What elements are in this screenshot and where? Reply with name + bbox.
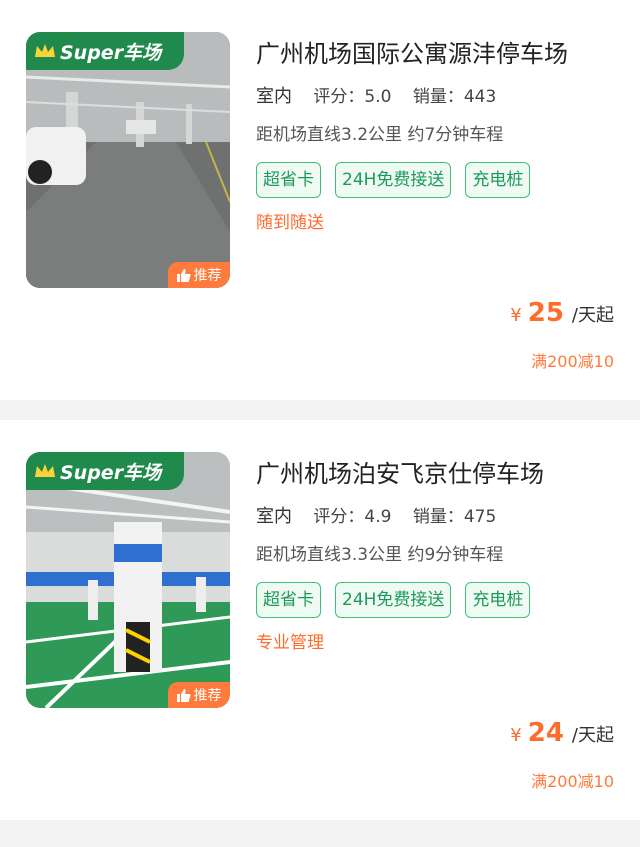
price-value: 24 [527, 718, 564, 748]
feature-tags: 超省卡 24H免费接送 充电桩 [256, 162, 556, 214]
parking-type-label: 室内 [256, 86, 292, 107]
discount-label: 满200减10 [531, 772, 614, 791]
feature-tag: 充电桩 [465, 582, 531, 618]
thumbs-up-icon [176, 268, 191, 282]
service-label: 专业管理 [256, 633, 324, 653]
recommend-label: 推荐 [193, 268, 222, 284]
recommend-badge: 推荐 [168, 262, 230, 288]
service-label: 随到随送 [256, 213, 324, 233]
feature-tag: 超省卡 [256, 582, 321, 618]
price: ¥ 25 /天起 [510, 298, 614, 328]
super-lot-badge: Super车场 [26, 452, 184, 490]
recommend-badge: 推荐 [168, 682, 230, 708]
super-lot-badge: Super车场 [26, 32, 184, 70]
currency-symbol: ¥ [510, 305, 522, 326]
parking-photo-image [26, 452, 230, 708]
price-unit: /天起 [571, 305, 614, 326]
sales-label: 销量：443 [412, 87, 497, 107]
crown-icon [34, 43, 56, 59]
currency-symbol: ¥ [510, 725, 522, 746]
distance-text: 距机场直线3.2公里 约7分钟车程 [256, 125, 504, 145]
super-lot-label: Super车场 [60, 461, 162, 484]
feature-tag: 充电桩 [465, 162, 531, 198]
parking-photo-image [26, 32, 230, 288]
sales-label: 销量：475 [412, 507, 497, 527]
parking-photo[interactable]: Super车场 推荐 [26, 32, 230, 288]
card-divider [0, 400, 640, 420]
thumbs-up-icon [176, 688, 191, 702]
parking-photo[interactable]: Super车场 推荐 [26, 452, 230, 708]
parking-lot-title[interactable]: 广州机场国际公寓源沣停车场 [256, 32, 620, 76]
feature-tag: 24H免费接送 [335, 162, 452, 198]
feature-tag: 超省卡 [256, 162, 321, 198]
parking-lot-meta: 室内 评分：4.9 销量：475 [256, 504, 620, 530]
card-divider [0, 820, 640, 840]
distance-text: 距机场直线3.3公里 约9分钟车程 [256, 545, 504, 565]
parking-type-label: 室内 [256, 506, 292, 527]
parking-lot-meta: 室内 评分：5.0 销量：443 [256, 84, 620, 110]
price-unit: /天起 [571, 725, 614, 746]
crown-icon [34, 463, 56, 479]
recommend-label: 推荐 [193, 688, 222, 704]
rating-label: 评分：4.9 [313, 507, 392, 527]
parking-lot-title[interactable]: 广州机场泊安飞京仕停车场 [256, 452, 620, 496]
rating-label: 评分：5.0 [313, 87, 392, 107]
feature-tags: 超省卡 24H免费接送 充电桩 [256, 582, 556, 634]
price: ¥ 24 /天起 [510, 718, 614, 748]
discount-label: 满200减10 [531, 352, 614, 371]
feature-tag: 24H免费接送 [335, 582, 452, 618]
super-lot-label: Super车场 [60, 41, 162, 64]
parking-card[interactable]: Super车场 推荐 广州机场泊安飞京仕停车场 室内 评分：4.9 销量：475… [0, 420, 640, 820]
parking-card[interactable]: Super车场 推荐 广州机场国际公寓源沣停车场 室内 评分：5.0 销量：44… [0, 0, 640, 400]
price-value: 25 [527, 298, 564, 328]
